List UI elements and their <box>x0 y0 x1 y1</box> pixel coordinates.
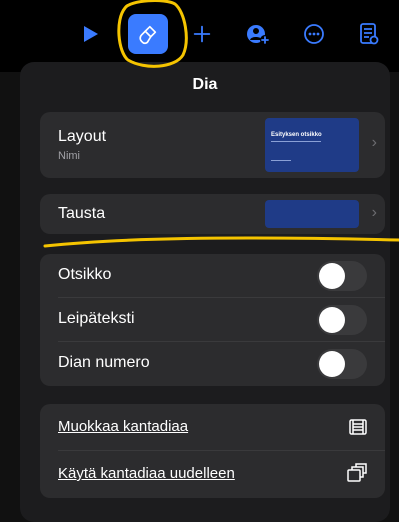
thumbnail-subtitle-line <box>271 141 321 142</box>
edit-master-row[interactable]: Muokkaa kantadiaa <box>40 404 385 451</box>
play-button[interactable] <box>70 14 110 54</box>
reapply-master-icon <box>347 463 367 482</box>
edit-master-link[interactable]: Muokkaa kantadiaa <box>58 418 188 435</box>
body-toggle-row: Leipäteksti <box>40 298 385 342</box>
toggle-knob <box>319 263 345 289</box>
chevron-right-icon: › <box>371 134 377 151</box>
slide-number-toggle[interactable] <box>317 349 367 379</box>
toggle-knob <box>319 351 345 377</box>
title-toggle-label: Otsikko <box>58 266 112 283</box>
toggle-knob <box>319 307 345 333</box>
layout-sublabel: Nimi <box>58 150 80 162</box>
body-toggle[interactable] <box>317 305 367 335</box>
plus-icon <box>193 25 211 43</box>
reapply-master-link[interactable]: Käytä kantadiaa uudelleen <box>58 465 235 482</box>
play-icon <box>84 26 98 42</box>
panel-title: Dia <box>192 76 218 93</box>
title-toggle[interactable] <box>317 261 367 291</box>
chevron-right-icon: › <box>371 204 377 221</box>
background-swatch <box>265 200 359 228</box>
title-toggle-row: Otsikko <box>40 254 385 298</box>
thumbnail-title: Esityksen otsikko <box>271 132 322 138</box>
document-icon <box>360 23 379 45</box>
insert-button[interactable] <box>182 14 222 54</box>
layout-thumbnail: Esityksen otsikko <box>265 118 359 172</box>
layout-row[interactable]: Layout Nimi Esityksen otsikko › <box>40 112 385 178</box>
reapply-master-row[interactable]: Käytä kantadiaa uudelleen <box>40 451 385 498</box>
body-toggle-label: Leipäteksti <box>58 310 135 327</box>
paintbrush-icon <box>139 25 157 45</box>
format-panel: Dia Layout Nimi Esityksen otsikko › Taus… <box>20 62 390 522</box>
more-button[interactable] <box>294 14 334 54</box>
more-icon <box>304 24 324 44</box>
collaborate-icon <box>247 25 270 45</box>
background-label: Tausta <box>58 205 106 222</box>
toggles-card: Otsikko Leipäteksti Dian numero <box>40 254 385 386</box>
edit-master-icon <box>349 419 367 435</box>
thumbnail-footer-line <box>271 160 291 161</box>
slide-number-toggle-label: Dian numero <box>58 354 150 371</box>
document-button[interactable] <box>349 14 389 54</box>
collaborate-button[interactable] <box>238 14 278 54</box>
format-button[interactable] <box>128 14 168 54</box>
background-row[interactable]: Tausta › <box>40 194 385 234</box>
layout-label: Layout <box>58 128 107 145</box>
slide-number-toggle-row: Dian numero <box>40 342 385 386</box>
master-actions-card: Muokkaa kantadiaa Käytä kantadiaa uudell… <box>40 404 385 498</box>
